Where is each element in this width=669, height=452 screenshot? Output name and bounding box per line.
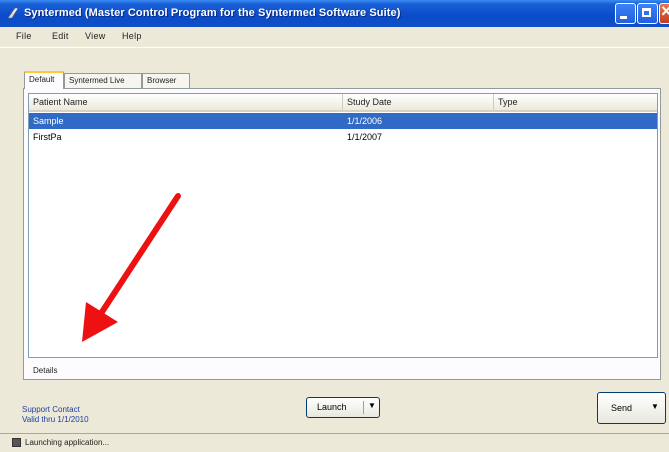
menu-help[interactable]: Help xyxy=(122,31,142,41)
cell-study-date: 1/1/2006 xyxy=(347,116,383,126)
menu-bar: File Edit View Help xyxy=(0,27,669,48)
cell-patient-name: Sample xyxy=(33,116,64,126)
table-row[interactable]: Sample 1/1/2006 xyxy=(29,113,657,129)
minimize-button[interactable] xyxy=(615,3,636,24)
column-header-row: Patient Name Study Date Type xyxy=(29,94,657,112)
red-arrow-icon xyxy=(82,193,181,342)
column-study-date[interactable]: Study Date xyxy=(343,94,494,110)
close-button[interactable] xyxy=(659,1,669,24)
menu-file[interactable]: File xyxy=(16,31,32,41)
send-button-label: Send xyxy=(611,403,633,413)
chevron-down-icon[interactable]: ▼ xyxy=(651,402,659,411)
tab-default[interactable]: Default xyxy=(24,71,64,89)
column-type[interactable]: Type xyxy=(494,94,657,110)
cell-study-date: 1/1/2007 xyxy=(347,132,383,142)
menu-edit[interactable]: Edit xyxy=(52,31,69,41)
cell-patient-name: FirstPa xyxy=(33,132,62,142)
support-contact-text: Support Contact xyxy=(22,405,80,414)
send-button[interactable]: Send ▼ xyxy=(597,392,666,424)
status-icon xyxy=(12,438,21,447)
split-divider xyxy=(363,401,364,414)
menu-view[interactable]: View xyxy=(85,31,106,41)
maximize-button[interactable] xyxy=(637,3,658,24)
status-text: Launching application... xyxy=(25,438,110,447)
app-logo-icon xyxy=(7,7,19,19)
version-text: Valid thru 1/1/2010 xyxy=(22,415,89,424)
launch-button-label: Launch xyxy=(317,402,347,412)
window-title: Syntermed (Master Control Program for th… xyxy=(24,7,401,19)
title-bar[interactable]: Syntermed (Master Control Program for th… xyxy=(0,0,669,27)
tab-syntermed-live[interactable]: Syntermed Live xyxy=(64,73,142,88)
chevron-down-icon[interactable]: ▼ xyxy=(368,401,376,410)
launch-button[interactable]: Launch ▼ xyxy=(306,397,380,418)
table-row[interactable]: FirstPa 1/1/2007 xyxy=(29,129,657,145)
tab-browser[interactable]: Browser xyxy=(142,73,190,88)
details-label: Details xyxy=(33,366,58,375)
status-bar: Launching application... xyxy=(0,433,669,452)
column-patient-name[interactable]: Patient Name xyxy=(29,94,343,110)
app-window: Syntermed (Master Control Program for th… xyxy=(0,0,669,452)
support-info: Support Contact Valid thru 1/1/2010 xyxy=(22,405,89,425)
